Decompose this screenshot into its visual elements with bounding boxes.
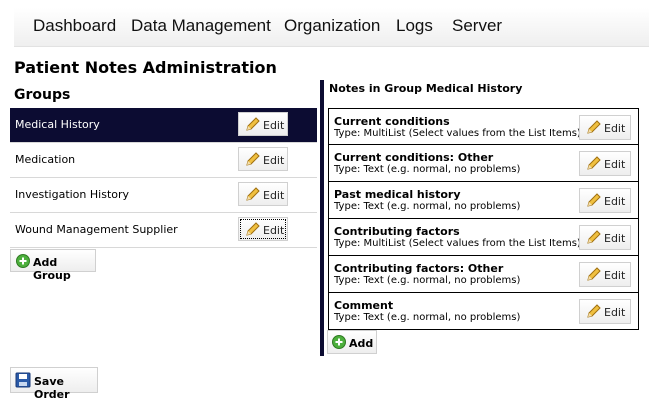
- note-item-current-conditions[interactable]: Current conditions Type: MultiList (Sele…: [328, 108, 639, 145]
- edit-label: Edit: [604, 269, 626, 282]
- edit-group-button[interactable]: Edit: [238, 112, 288, 136]
- nav-item-data-management[interactable]: Data Management: [131, 16, 271, 36]
- edit-label: Edit: [263, 154, 285, 167]
- pencil-icon: [587, 267, 601, 281]
- note-name: Current conditions: [334, 115, 450, 128]
- edit-note-button[interactable]: Edit: [579, 225, 631, 250]
- note-type: Type: MultiList (Select values from the …: [334, 128, 581, 139]
- plus-circle-icon: [332, 335, 346, 349]
- top-navigation: Dashboard Data Management Organization L…: [14, 8, 649, 47]
- note-item-current-conditions-other[interactable]: Current conditions: Other Type: Text (e.…: [328, 145, 639, 182]
- pencil-icon: [246, 152, 260, 166]
- note-type: Type: Text (e.g. normal, no problems): [334, 164, 521, 175]
- save-order-button[interactable]: Save Order: [10, 367, 98, 401]
- edit-label: Edit: [604, 122, 626, 135]
- pencil-icon: [246, 187, 260, 201]
- floppy-disk-icon: [15, 372, 31, 388]
- note-name: Comment: [334, 299, 394, 312]
- plus-circle-icon: [16, 254, 30, 268]
- add-group-label: Add Group: [33, 256, 71, 282]
- pencil-icon: [246, 117, 260, 131]
- pencil-icon: [587, 120, 601, 134]
- edit-label: Edit: [263, 224, 285, 237]
- edit-label: Edit: [604, 195, 626, 208]
- note-type: Type: Text (e.g. normal, no problems): [334, 275, 521, 286]
- nav-item-organization[interactable]: Organization: [284, 16, 380, 36]
- group-label: Wound Management Supplier: [15, 223, 178, 236]
- nav-item-logs[interactable]: Logs: [396, 16, 433, 36]
- edit-group-button[interactable]: Edit: [238, 147, 288, 171]
- group-item-investigation-history[interactable]: Investigation History Edit: [10, 178, 317, 213]
- edit-note-button[interactable]: Edit: [579, 115, 631, 140]
- note-name: Contributing factors: [334, 225, 460, 238]
- note-type: Type: Text (e.g. normal, no problems): [334, 201, 521, 212]
- edit-note-button[interactable]: Edit: [579, 262, 631, 287]
- edit-label: Edit: [604, 306, 626, 319]
- note-item-comment[interactable]: Comment Type: Text (e.g. normal, no prob…: [328, 293, 639, 330]
- notes-panel: Notes in Group Medical History Current c…: [320, 80, 640, 356]
- note-name: Past medical history: [334, 188, 461, 201]
- add-group-button[interactable]: Add Group: [10, 249, 96, 282]
- edit-note-button[interactable]: Edit: [579, 188, 631, 213]
- groups-list: Medical History Edit Medication Edit Inv…: [10, 108, 317, 248]
- edit-note-button[interactable]: Edit: [579, 299, 631, 324]
- pencil-icon: [587, 156, 601, 170]
- page-title: Patient Notes Administration: [14, 58, 277, 77]
- pencil-icon: [246, 222, 260, 236]
- pencil-icon: [587, 304, 601, 318]
- notes-heading: Notes in Group Medical History: [329, 82, 523, 95]
- pencil-icon: [587, 230, 601, 244]
- edit-group-button[interactable]: Edit: [238, 182, 288, 206]
- edit-label: Edit: [604, 158, 626, 171]
- add-note-label: Add: [349, 337, 374, 350]
- groups-heading: Groups: [14, 87, 71, 103]
- group-label: Medical History: [15, 118, 100, 131]
- nav-item-server[interactable]: Server: [452, 16, 502, 36]
- save-order-label: Save Order: [34, 375, 70, 401]
- edit-group-button[interactable]: Edit: [238, 217, 288, 241]
- note-item-past-medical-history[interactable]: Past medical history Type: Text (e.g. no…: [328, 182, 639, 219]
- note-name: Current conditions: Other: [334, 151, 494, 164]
- group-item-wound-management-supplier[interactable]: Wound Management Supplier Edit: [10, 213, 317, 248]
- group-item-medical-history[interactable]: Medical History Edit: [10, 108, 317, 143]
- nav-item-dashboard[interactable]: Dashboard: [33, 16, 116, 36]
- edit-note-button[interactable]: Edit: [579, 151, 631, 176]
- group-label: Medication: [15, 153, 76, 166]
- note-name: Contributing factors: Other: [334, 262, 504, 275]
- group-item-medication[interactable]: Medication Edit: [10, 143, 317, 178]
- note-item-contributing-factors-other[interactable]: Contributing factors: Other Type: Text (…: [328, 256, 639, 293]
- edit-label: Edit: [604, 232, 626, 245]
- group-label: Investigation History: [15, 188, 130, 201]
- note-type: Type: Text (e.g. normal, no problems): [334, 312, 521, 323]
- pencil-icon: [587, 193, 601, 207]
- edit-label: Edit: [263, 119, 285, 132]
- note-type: Type: MultiList (Select values from the …: [334, 238, 581, 249]
- edit-label: Edit: [263, 189, 285, 202]
- add-note-button[interactable]: Add: [327, 330, 377, 354]
- note-item-contributing-factors[interactable]: Contributing factors Type: MultiList (Se…: [328, 219, 639, 256]
